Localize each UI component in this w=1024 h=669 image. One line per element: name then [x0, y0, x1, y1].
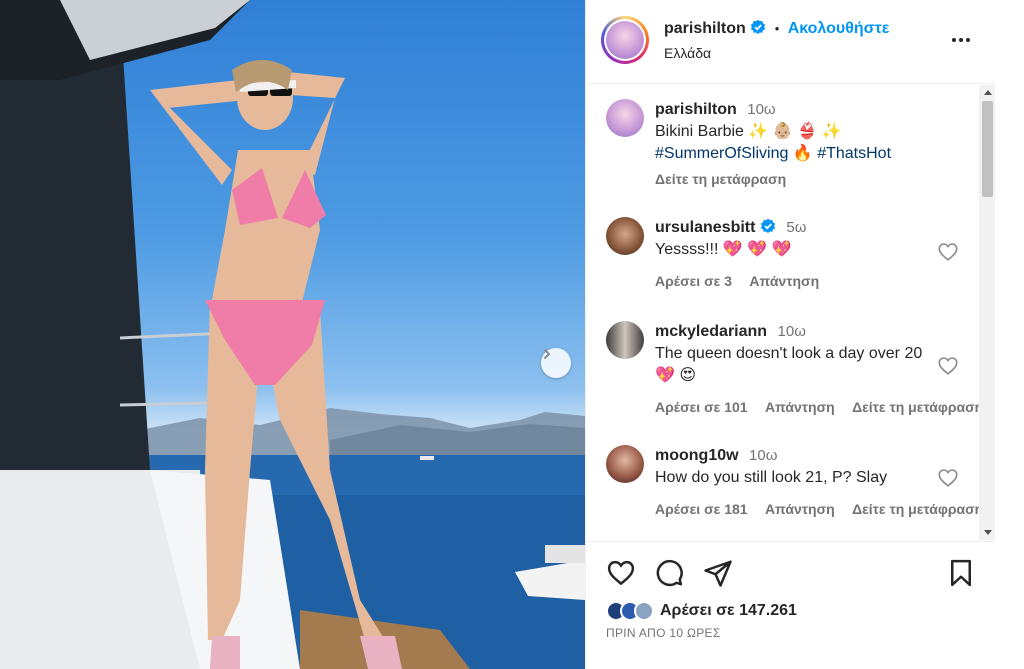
follow-button[interactable]: Ακολουθήστε — [788, 20, 890, 37]
avatar[interactable] — [606, 99, 644, 137]
comment-time[interactable]: 5ω — [786, 219, 806, 236]
hashtag-link[interactable]: #SummerOfSliving — [655, 145, 788, 162]
comment-text: The queen doesn't look a day over 20 💖 😍 — [655, 345, 923, 384]
post-timestamp[interactable]: ΠΡΙΝ ΑΠΟ 10 ΩΡΕΣ — [606, 626, 721, 640]
caption-username[interactable]: parishilton — [655, 101, 737, 118]
liker-avatar — [634, 601, 654, 621]
see-translation-link[interactable]: Δείτε τη μετάφραση — [655, 171, 786, 187]
comment-time[interactable]: 10ω — [749, 447, 777, 464]
next-image-button[interactable] — [541, 348, 571, 378]
reply-button[interactable]: Απάντηση — [765, 501, 835, 517]
author-username[interactable]: parishilton — [664, 20, 746, 37]
post-photo-illustration — [0, 0, 585, 669]
post-actions: Αρέσει σε 147.261 ΠΡΙΝ ΑΠΟ 10 ΩΡΕΣ — [586, 541, 996, 669]
scroll-down-arrow[interactable] — [979, 526, 996, 540]
likes-count[interactable]: Αρέσει σε 147.261 — [660, 602, 797, 620]
caption-text-line1: Bikini Barbie ✨ 👶🏼 👙 ✨ — [655, 123, 842, 140]
comment-item: ursulanesbitt 5ω Yessss!!! 💖 💖 💖 Αρέσει … — [606, 217, 976, 297]
more-options-button[interactable] — [949, 28, 973, 52]
comment-item: mckyledariann 10ω The queen doesn't look… — [606, 321, 983, 421]
reply-button[interactable]: Απάντηση — [749, 273, 819, 289]
page-background — [995, 0, 1024, 669]
scrollbar-thumb[interactable] — [982, 101, 993, 197]
bookmark-icon[interactable] — [946, 558, 976, 588]
post-image[interactable] — [0, 0, 585, 669]
comments-scrollbar[interactable] — [979, 85, 996, 540]
comment-likes[interactable]: Αρέσει σε 3 — [655, 273, 732, 289]
comments-list[interactable]: parishilton 10ω Bikini Barbie ✨ 👶🏼 👙 ✨ #… — [586, 85, 996, 540]
see-translation-link[interactable]: Δείτε τη μετάφραση — [852, 501, 983, 517]
avatar — [606, 21, 644, 59]
comment-text: Yessss!!! 💖 💖 💖 — [655, 241, 792, 258]
comment-text: How do you still look 21, P? Slay — [655, 469, 888, 486]
post-header: parishilton • Ακολουθήστε Ελλάδα — [586, 0, 996, 84]
author-avatar-ring[interactable] — [601, 16, 649, 64]
post-caption: parishilton 10ω Bikini Barbie ✨ 👶🏼 👙 ✨ #… — [606, 99, 976, 199]
verified-badge-icon — [760, 218, 776, 233]
share-icon[interactable] — [703, 558, 733, 588]
comment-icon[interactable] — [654, 558, 684, 588]
like-comment-heart-icon[interactable] — [937, 241, 959, 263]
fire-emoji: 🔥 — [792, 145, 813, 162]
comment-time[interactable]: 10ω — [778, 323, 806, 340]
like-comment-heart-icon[interactable] — [937, 355, 959, 377]
likes-summary[interactable]: Αρέσει σε 147.261 — [606, 598, 797, 624]
post-panel: parishilton • Ακολουθήστε Ελλάδα parishi… — [585, 0, 996, 669]
comment-username[interactable]: moong10w — [655, 447, 739, 464]
like-heart-icon[interactable] — [606, 558, 636, 588]
comment-username[interactable]: mckyledariann — [655, 323, 767, 340]
hashtag-link[interactable]: #ThatsHot — [817, 145, 891, 162]
header-separator: • — [774, 21, 780, 36]
chevron-right-icon — [544, 349, 550, 359]
verified-badge-icon — [751, 19, 766, 34]
like-comment-heart-icon[interactable] — [937, 467, 959, 489]
avatar[interactable] — [606, 445, 644, 483]
location-link[interactable]: Ελλάδα — [664, 45, 711, 61]
scroll-up-arrow[interactable] — [979, 85, 996, 99]
comment-likes[interactable]: Αρέσει σε 181 — [655, 501, 748, 517]
avatar[interactable] — [606, 217, 644, 255]
avatar[interactable] — [606, 321, 644, 359]
caption-time[interactable]: 10ω — [747, 101, 775, 118]
comment-item: moong10w 10ω How do you still look 21, P… — [606, 445, 983, 535]
comment-likes[interactable]: Αρέσει σε 101 — [655, 399, 748, 415]
reply-button[interactable]: Απάντηση — [765, 399, 835, 415]
comment-username[interactable]: ursulanesbitt — [655, 219, 755, 236]
see-translation-link[interactable]: Δείτε τη μετάφραση — [852, 399, 983, 415]
